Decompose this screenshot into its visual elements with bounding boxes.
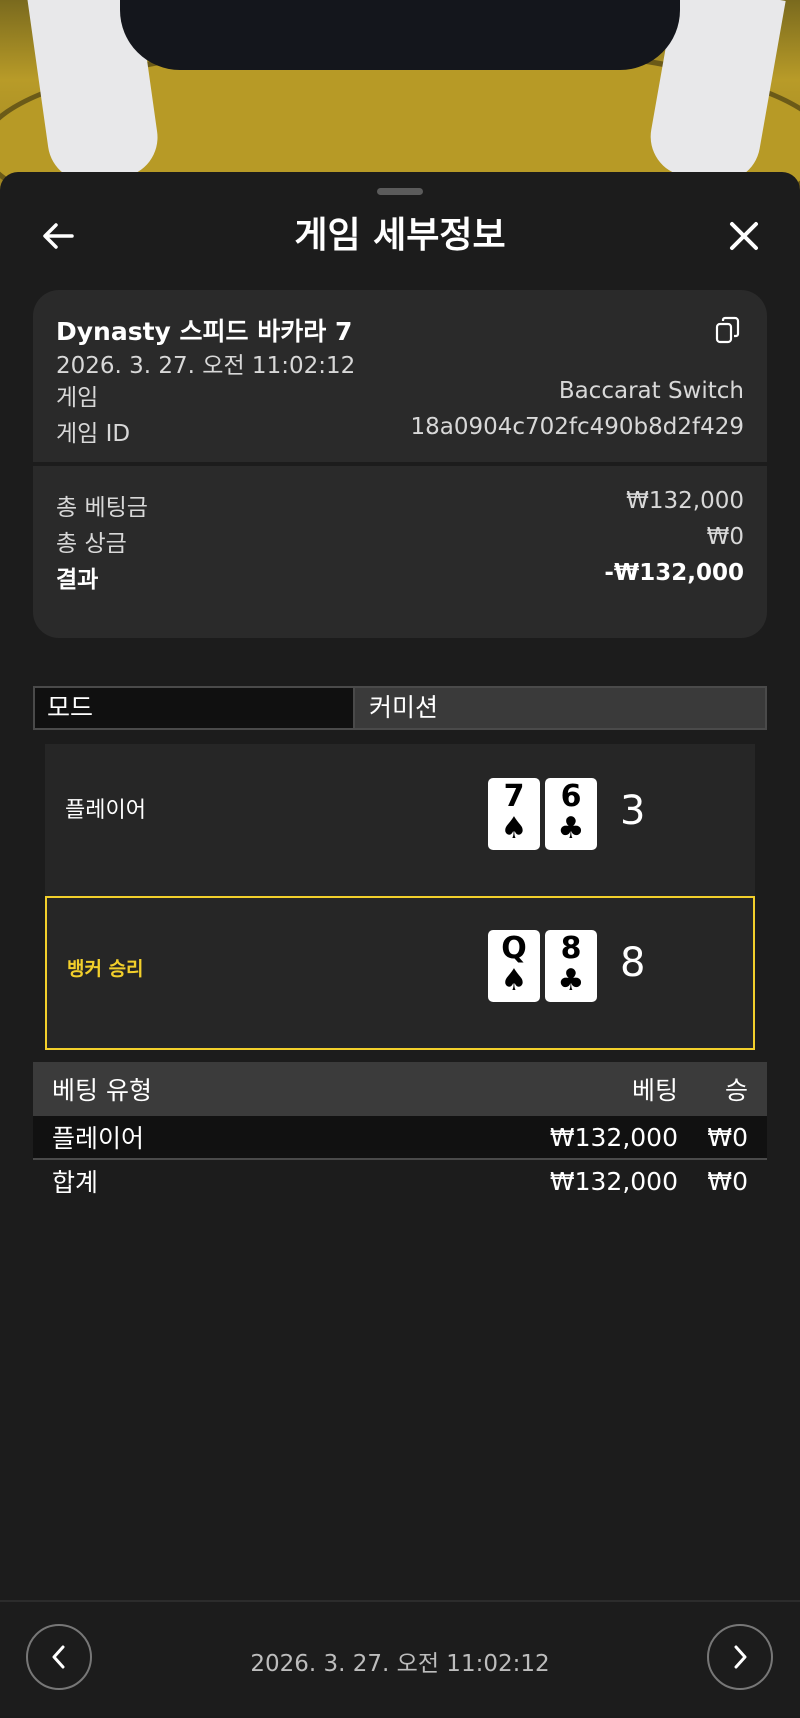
club-icon: ♣: [557, 811, 585, 846]
player-hand: 플레이어 7 ♠ 6 ♣ 3: [45, 744, 755, 898]
total-prize-value: ₩0: [706, 524, 744, 550]
spade-icon: ♠: [500, 811, 528, 846]
card-rank: 7: [503, 779, 525, 814]
game-id-row: 게임 ID 18a0904c702fc490b8d2f429: [56, 414, 744, 448]
total-prize-label: 총 상금: [56, 531, 127, 557]
playing-card: 8 ♣: [545, 930, 597, 1002]
table-row: 플레이어 ₩132,000 ₩0: [33, 1116, 767, 1160]
sheet-drag-handle[interactable]: [377, 188, 423, 195]
live-video-background: [0, 0, 800, 200]
card-rank: 8: [560, 931, 582, 966]
banker-hand: 뱅커 승리 Q ♠ 8 ♣ 8: [45, 896, 755, 1050]
game-name: Dynasty 스피드 바카라 7: [56, 317, 353, 346]
bet-type-cell: 플레이어: [52, 1124, 145, 1153]
total-bet-value: ₩132,000: [626, 488, 744, 514]
game-summary-card: Dynasty 스피드 바카라 7 2026. 3. 27. 오전 11:02:…: [33, 290, 767, 638]
bet-amount-header: 베팅: [631, 1076, 678, 1105]
game-id-label: 게임 ID: [56, 421, 131, 447]
banker-score: 8: [620, 940, 646, 986]
game-value: Baccarat Switch: [558, 378, 744, 404]
total-bet-row: 총 베팅금 ₩132,000: [56, 488, 744, 522]
game-details-sheet: 게임 세부정보 Dynasty 스피드 바카라 7 2026. 3. 27. 오…: [0, 172, 800, 1716]
mode-label: 모드: [35, 688, 355, 728]
total-row: 합계 ₩132,000 ₩0: [33, 1160, 767, 1202]
dealer-vest: [120, 0, 680, 70]
next-round-button[interactable]: [707, 1624, 773, 1690]
result-value: -₩132,000: [604, 560, 744, 586]
result-label: 결과: [56, 567, 99, 593]
close-button[interactable]: [724, 216, 764, 256]
copy-icon: [715, 316, 740, 344]
player-hand-label: 플레이어: [65, 798, 146, 823]
page-title: 게임 세부정보: [294, 215, 506, 256]
playing-card: 7 ♠: [488, 778, 540, 850]
close-icon: [730, 222, 758, 250]
player-score: 3: [620, 788, 646, 834]
playing-card: Q ♠: [488, 930, 540, 1002]
win-amount-cell: ₩0: [707, 1122, 748, 1152]
result-row: 결과 -₩132,000: [56, 560, 744, 594]
total-bet-amount: ₩132,000: [549, 1166, 678, 1196]
card-rank: Q: [501, 931, 527, 966]
game-label: 게임: [56, 385, 99, 411]
copy-button[interactable]: [715, 316, 741, 344]
game-row: 게임 Baccarat Switch: [56, 378, 744, 412]
mode-value: 커미션: [355, 688, 765, 728]
round-navigation: 2026. 3. 27. 오전 11:02:12: [0, 1600, 800, 1718]
win-amount-header: 승: [724, 1076, 748, 1105]
card-divider: [33, 462, 767, 466]
total-bet-label: 총 베팅금: [56, 495, 148, 521]
chevron-right-icon: [734, 1645, 747, 1669]
bet-type-header: 베팅 유형: [52, 1076, 152, 1105]
banker-win-label: 뱅커 승리: [67, 958, 144, 980]
bets-table: 베팅 유형 베팅 승 플레이어 ₩132,000 ₩0 합계 ₩132,000 …: [33, 1062, 767, 1202]
game-id-value: 18a0904c702fc490b8d2f429: [410, 414, 744, 440]
game-datetime: 2026. 3. 27. 오전 11:02:12: [56, 353, 356, 379]
card-rank: 6: [560, 779, 582, 814]
club-icon: ♣: [557, 963, 585, 998]
mode-row: 모드 커미션: [33, 686, 767, 730]
round-datetime: 2026. 3. 27. 오전 11:02:12: [250, 1651, 550, 1677]
bet-amount-cell: ₩132,000: [549, 1122, 678, 1152]
playing-card: 6 ♣: [545, 778, 597, 850]
total-label: 합계: [52, 1168, 99, 1197]
bets-table-header: 베팅 유형 베팅 승: [33, 1062, 767, 1116]
total-prize-row: 총 상금 ₩0: [56, 524, 744, 558]
spade-icon: ♠: [500, 963, 528, 998]
total-win-amount: ₩0: [707, 1166, 748, 1196]
